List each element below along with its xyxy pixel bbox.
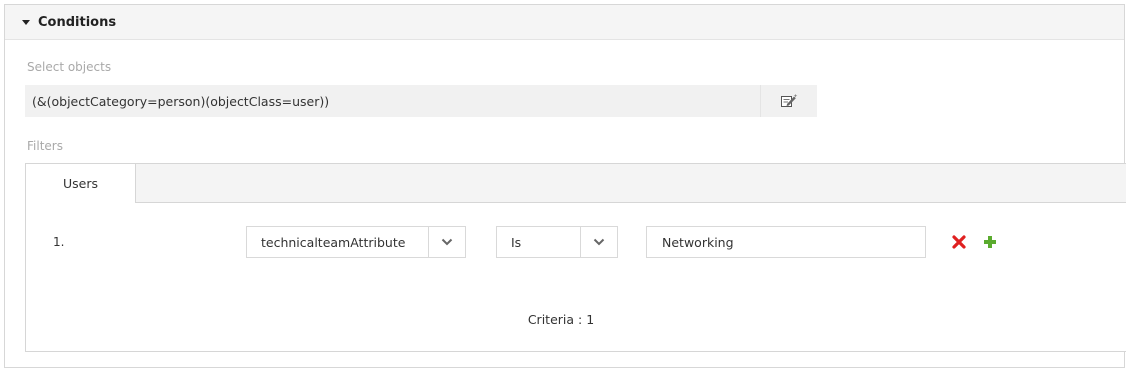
criteria-label: Criteria :: [527, 312, 587, 327]
criteria-value: 1: [586, 312, 595, 327]
operator-select[interactable]: Is: [496, 226, 618, 258]
criteria-count: Criteria : 1: [26, 312, 1126, 327]
ldap-filter-text: (&(objectCategory=person)(objectClass=us…: [32, 93, 330, 109]
conditions-panel: Conditions Select objects (&(objectCateg…: [4, 4, 1126, 368]
operator-select-value: Is: [511, 234, 522, 250]
remove-icon: [952, 235, 966, 249]
add-condition-button[interactable]: [982, 234, 998, 250]
add-icon: [984, 236, 996, 248]
filter-value-input[interactable]: [646, 226, 926, 258]
filter-row-index: 1.: [53, 235, 65, 249]
edit-filter-icon: [781, 94, 798, 107]
remove-condition-button[interactable]: [951, 234, 967, 250]
tab-users[interactable]: Users: [26, 164, 136, 203]
edit-filter-button[interactable]: [760, 85, 817, 117]
ldap-filter-field: (&(objectCategory=person)(objectClass=us…: [25, 85, 817, 117]
chevron-down-icon[interactable]: [580, 227, 617, 257]
conditions-header[interactable]: Conditions: [5, 5, 1124, 40]
filters-panel: Users 1. technicalteamAttribute Is Netwo…: [25, 163, 1126, 352]
chevron-down-icon[interactable]: [428, 227, 465, 257]
select-objects-label: Select objects: [27, 60, 112, 74]
attribute-select-value: technicalteamAttribute: [261, 234, 406, 250]
attribute-select[interactable]: technicalteamAttribute: [246, 226, 466, 258]
filters-label: Filters: [27, 139, 63, 153]
section-title: Conditions: [38, 14, 117, 30]
filters-tab-bar: Users: [26, 164, 1126, 203]
caret-down-icon[interactable]: [22, 19, 30, 25]
